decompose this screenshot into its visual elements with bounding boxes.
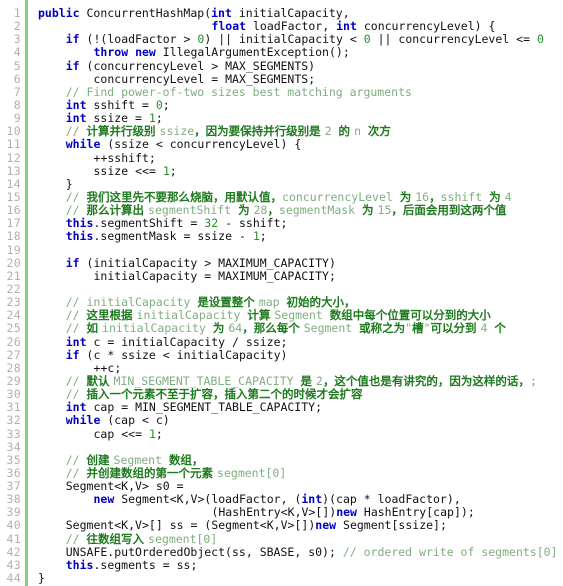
line-number: 42 (6, 544, 21, 559)
line-number: 6 (13, 71, 21, 86)
line-number: 41 (6, 531, 21, 546)
line-number: 7 (13, 84, 21, 99)
line-number: 21 (6, 268, 21, 283)
line-number: 32 (6, 413, 21, 428)
line-number: 27 (6, 347, 21, 362)
line-number: 25 (6, 321, 21, 336)
code-line[interactable]: this.segmentMask = ssize - 1; (38, 230, 563, 243)
line-number: 4 (13, 45, 21, 60)
line-number: 13 (6, 163, 21, 178)
line-number-gutter: 1 2 3 4 5 6 7 8 9 10 11 12 13 14 15 16 1… (0, 6, 25, 586)
line-number: 44 (6, 571, 21, 586)
line-number: 18 (6, 229, 21, 244)
line-number: 12 (6, 150, 21, 165)
code-content-area[interactable]: public ConcurrentHashMap(int initialCapa… (28, 7, 563, 586)
line-number: 33 (6, 426, 21, 441)
line-number: 28 (6, 360, 21, 375)
line-number: 5 (13, 58, 21, 73)
line-number: 11 (6, 137, 21, 152)
line-number: 20 (6, 255, 21, 270)
code-line[interactable]: ssize <<= 1; (38, 164, 563, 178)
code-line[interactable]: initialCapacity = MAXIMUM_CAPACITY; (38, 269, 563, 283)
line-number: 26 (6, 334, 21, 349)
line-number: 40 (6, 518, 21, 533)
code-line[interactable]: this.segments = ss; (38, 558, 563, 572)
line-number: 35 (6, 452, 21, 467)
line-number: 14 (6, 176, 21, 191)
line-number: 34 (6, 439, 21, 454)
code-viewer[interactable]: 1 2 3 4 5 6 7 8 9 10 11 12 13 14 15 16 1… (0, 0, 563, 586)
line-number: 19 (6, 242, 21, 257)
code-line[interactable]: } (38, 571, 563, 585)
code-line[interactable]: cap <<= 1; (38, 427, 563, 441)
